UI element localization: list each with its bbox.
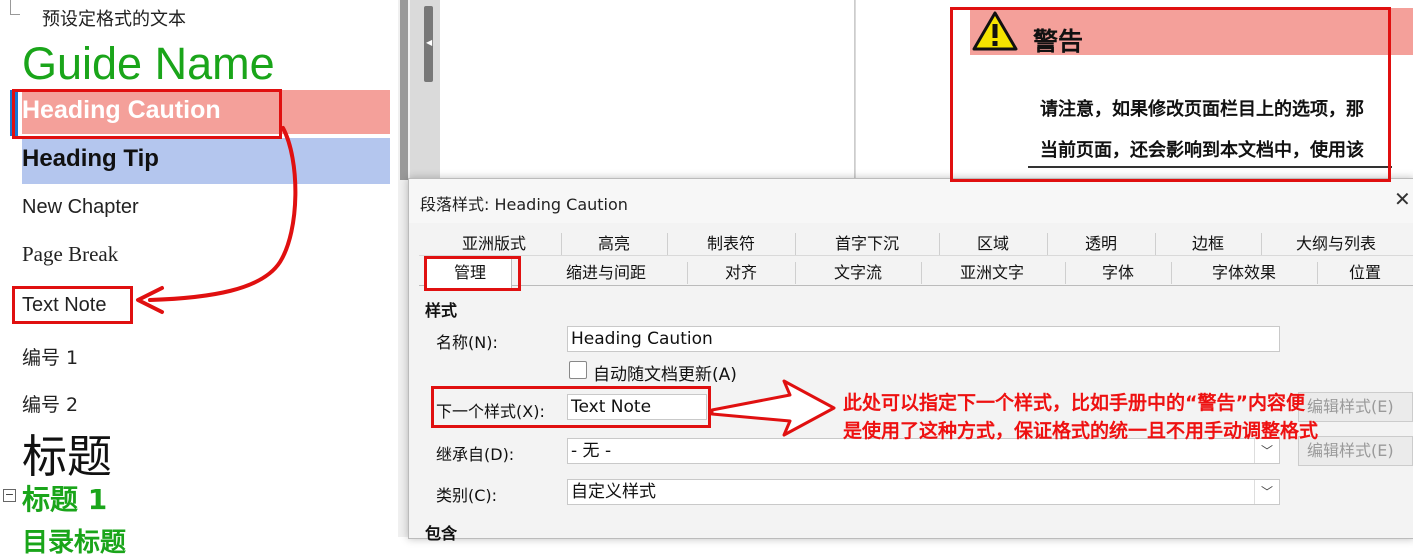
annotation-line: 此处可以指定下一个样式，比如手册中的“警告”内容便 <box>843 392 1305 414</box>
annotation-arrows <box>136 126 836 437</box>
annotation-line: 是使用了这种方式，保证格式的统一且不用手动调整格式 <box>843 420 1319 442</box>
annotation-note: 此处可以指定下一个样式，比如手册中的“警告”内容便 是使用了这种方式，保证格式的… <box>843 389 1318 445</box>
